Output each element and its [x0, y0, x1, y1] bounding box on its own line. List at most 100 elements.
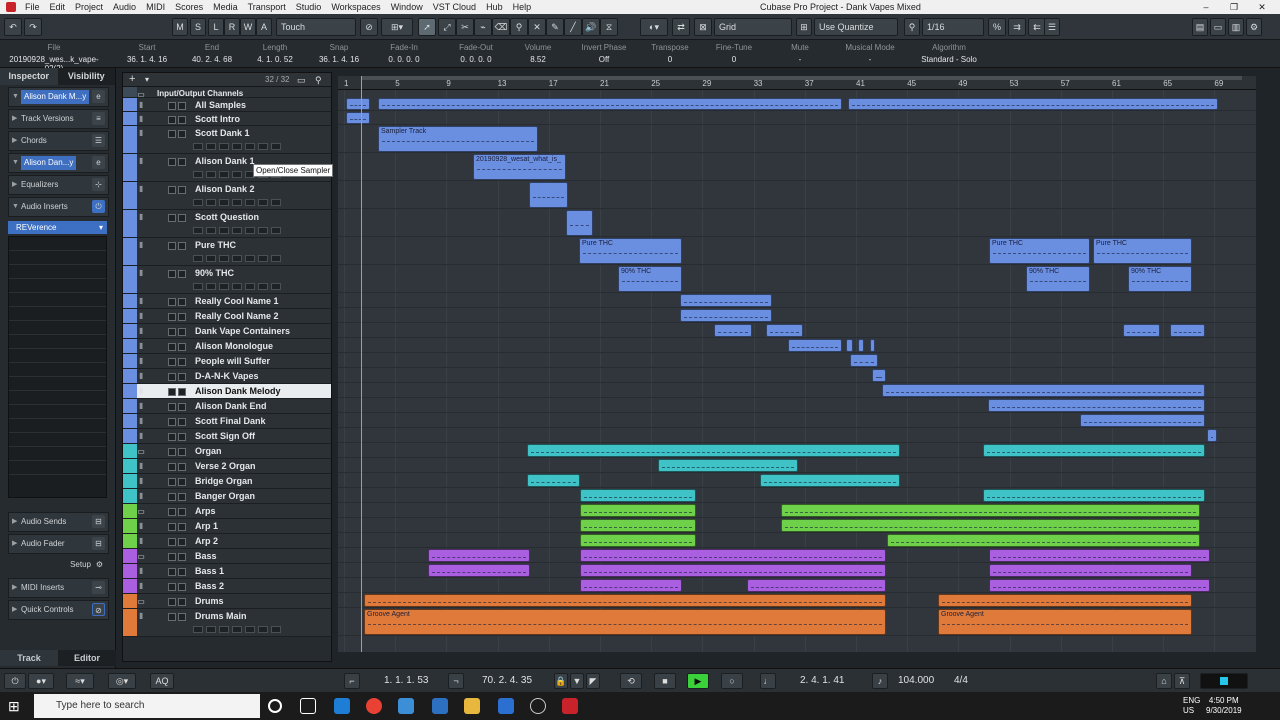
track-color[interactable]: [123, 444, 137, 458]
cycle-icon[interactable]: ⟲: [620, 673, 642, 689]
event-clip[interactable]: [988, 399, 1205, 412]
locator-range[interactable]: [362, 76, 1242, 80]
track-color[interactable]: [123, 154, 137, 181]
edge-icon[interactable]: [334, 698, 350, 714]
mute-solo-buttons[interactable]: [168, 552, 190, 561]
undo-icon[interactable]: ↶: [4, 18, 22, 36]
activate-project-icon[interactable]: ⏻: [4, 673, 26, 689]
grid-type-select[interactable]: Grid: [714, 18, 792, 36]
minimize-icon[interactable]: –: [1192, 0, 1220, 14]
mute-solo-buttons[interactable]: [168, 157, 190, 166]
tempo-display[interactable]: 104.000: [898, 674, 934, 688]
listen-button[interactable]: L: [208, 18, 224, 36]
quick-controls-section[interactable]: ▶ Quick Controls ⊘: [8, 600, 109, 620]
info-field-end[interactable]: End 40. 2. 4. 68: [186, 43, 238, 64]
store-icon[interactable]: [432, 698, 448, 714]
chords-section[interactable]: ▶ Chords ☰: [8, 131, 109, 151]
menu-studio[interactable]: Studio: [291, 0, 327, 14]
info-field-start[interactable]: Start 36. 1. 4. 16: [122, 43, 172, 64]
mute-solo-buttons[interactable]: [168, 462, 190, 471]
setup-button[interactable]: Setup ⚙: [8, 556, 109, 576]
chrome-icon[interactable]: [366, 698, 382, 714]
mute-solo-buttons[interactable]: [168, 387, 190, 396]
event-clip[interactable]: [580, 504, 696, 517]
info-value[interactable]: 36. 1. 4. 16: [314, 55, 364, 64]
split-tool-icon[interactable]: ✂: [456, 18, 474, 36]
mute-solo-buttons[interactable]: [168, 312, 190, 321]
event-clip[interactable]: [580, 564, 886, 577]
track-visibility-icon[interactable]: ▭: [297, 74, 306, 86]
insert-slot-reverence[interactable]: REVerence ▾: [8, 221, 107, 234]
mute-solo-buttons[interactable]: [168, 115, 190, 124]
track-name[interactable]: Verse 2 Organ: [195, 459, 256, 473]
warp-tool-icon[interactable]: ⧖: [600, 18, 618, 36]
close-icon[interactable]: ✕: [1248, 0, 1276, 14]
event-clip[interactable]: [846, 339, 853, 352]
taskbar-search-input[interactable]: Type here to search: [34, 694, 260, 718]
event-clip[interactable]: [680, 294, 772, 307]
autoscroll-icon[interactable]: ⇄: [672, 18, 690, 36]
event-clip[interactable]: [870, 339, 875, 352]
constrain-delay-icon[interactable]: ⊞▾: [381, 18, 413, 36]
event-clip[interactable]: [983, 489, 1205, 502]
info-value[interactable]: Off: [576, 55, 632, 64]
event-clip[interactable]: [887, 534, 1200, 547]
event-clip[interactable]: [1207, 429, 1217, 442]
track-header[interactable]: ⫴ Arp 2: [123, 534, 331, 549]
control-panel-icon[interactable]: [398, 698, 414, 714]
project-cursor[interactable]: [361, 76, 362, 652]
event-clip[interactable]: [580, 534, 696, 547]
track-header[interactable]: ⫴ Verse 2 Organ: [123, 459, 331, 474]
event-clip[interactable]: [781, 519, 1200, 532]
track-name[interactable]: Organ: [195, 444, 222, 458]
event-clip[interactable]: [529, 182, 568, 208]
lock-icon[interactable]: 🔒: [554, 673, 568, 689]
info-field-mute[interactable]: Mute -: [770, 43, 830, 64]
track-header[interactable]: ⫴ People will Suffer: [123, 354, 331, 369]
marker-icon[interactable]: ⌂: [1156, 673, 1172, 689]
track-name[interactable]: All Samples: [195, 98, 246, 112]
track-name[interactable]: Dank Vape Containers: [195, 324, 290, 338]
info-field-algorithm[interactable]: Algorithm Standard - Solo: [904, 43, 994, 64]
restore-icon[interactable]: ❐: [1220, 0, 1248, 14]
right-zone-icon[interactable]: ▥: [1228, 18, 1244, 36]
edit-channel-icon[interactable]: e: [92, 90, 105, 103]
event-clip[interactable]: [938, 594, 1192, 607]
mute-solo-buttons[interactable]: [168, 129, 190, 138]
mute-solo-buttons[interactable]: [168, 213, 190, 222]
event-clip[interactable]: [527, 474, 580, 487]
track-name[interactable]: Alison Monologue: [195, 339, 273, 353]
track-name[interactable]: Scott Final Dank: [195, 414, 266, 428]
track-header[interactable]: ⫴ Drums Main: [123, 609, 331, 637]
event-clip[interactable]: [580, 579, 682, 592]
redo-icon[interactable]: ↷: [24, 18, 42, 36]
track-controls[interactable]: [193, 253, 313, 262]
track-header[interactable]: ⫴ Scott Sign Off: [123, 429, 331, 444]
event-clip[interactable]: 90% THC: [1026, 266, 1090, 292]
menu-media[interactable]: Media: [208, 0, 243, 14]
quantize-tool-icon[interactable]: ⇉: [1008, 18, 1026, 36]
mute-solo-buttons[interactable]: [168, 447, 190, 456]
track-color[interactable]: [123, 414, 137, 428]
event-clip[interactable]: [346, 112, 370, 124]
erase-tool-icon[interactable]: ⌫: [492, 18, 510, 36]
track-color[interactable]: [123, 294, 137, 308]
track-controls[interactable]: [193, 281, 313, 290]
glue-tool-icon[interactable]: ⌁: [474, 18, 492, 36]
mute-solo-buttons[interactable]: [168, 185, 190, 194]
mute-solo-buttons[interactable]: [168, 417, 190, 426]
solo-button[interactable]: S: [190, 18, 206, 36]
track-name[interactable]: Drums Main: [195, 609, 247, 623]
quantize-icon[interactable]: ⊞: [796, 18, 812, 36]
info-field-invert-phase[interactable]: Invert Phase Off: [576, 43, 632, 64]
info-field-fade-out[interactable]: Fade-Out 0. 0. 0. 0: [448, 43, 504, 64]
event-clip[interactable]: [566, 210, 593, 236]
track-name[interactable]: Arp 2: [195, 534, 218, 548]
track-name[interactable]: Scott Dank 1: [195, 126, 250, 140]
track-lane[interactable]: [338, 111, 1256, 125]
track-name[interactable]: Alison Dank Melody: [195, 384, 281, 398]
track-color[interactable]: [123, 126, 137, 153]
event-clip[interactable]: [428, 564, 530, 577]
track-header[interactable]: ⫴ Bass 1: [123, 564, 331, 579]
position-display[interactable]: 2. 4. 1. 41: [800, 674, 844, 688]
